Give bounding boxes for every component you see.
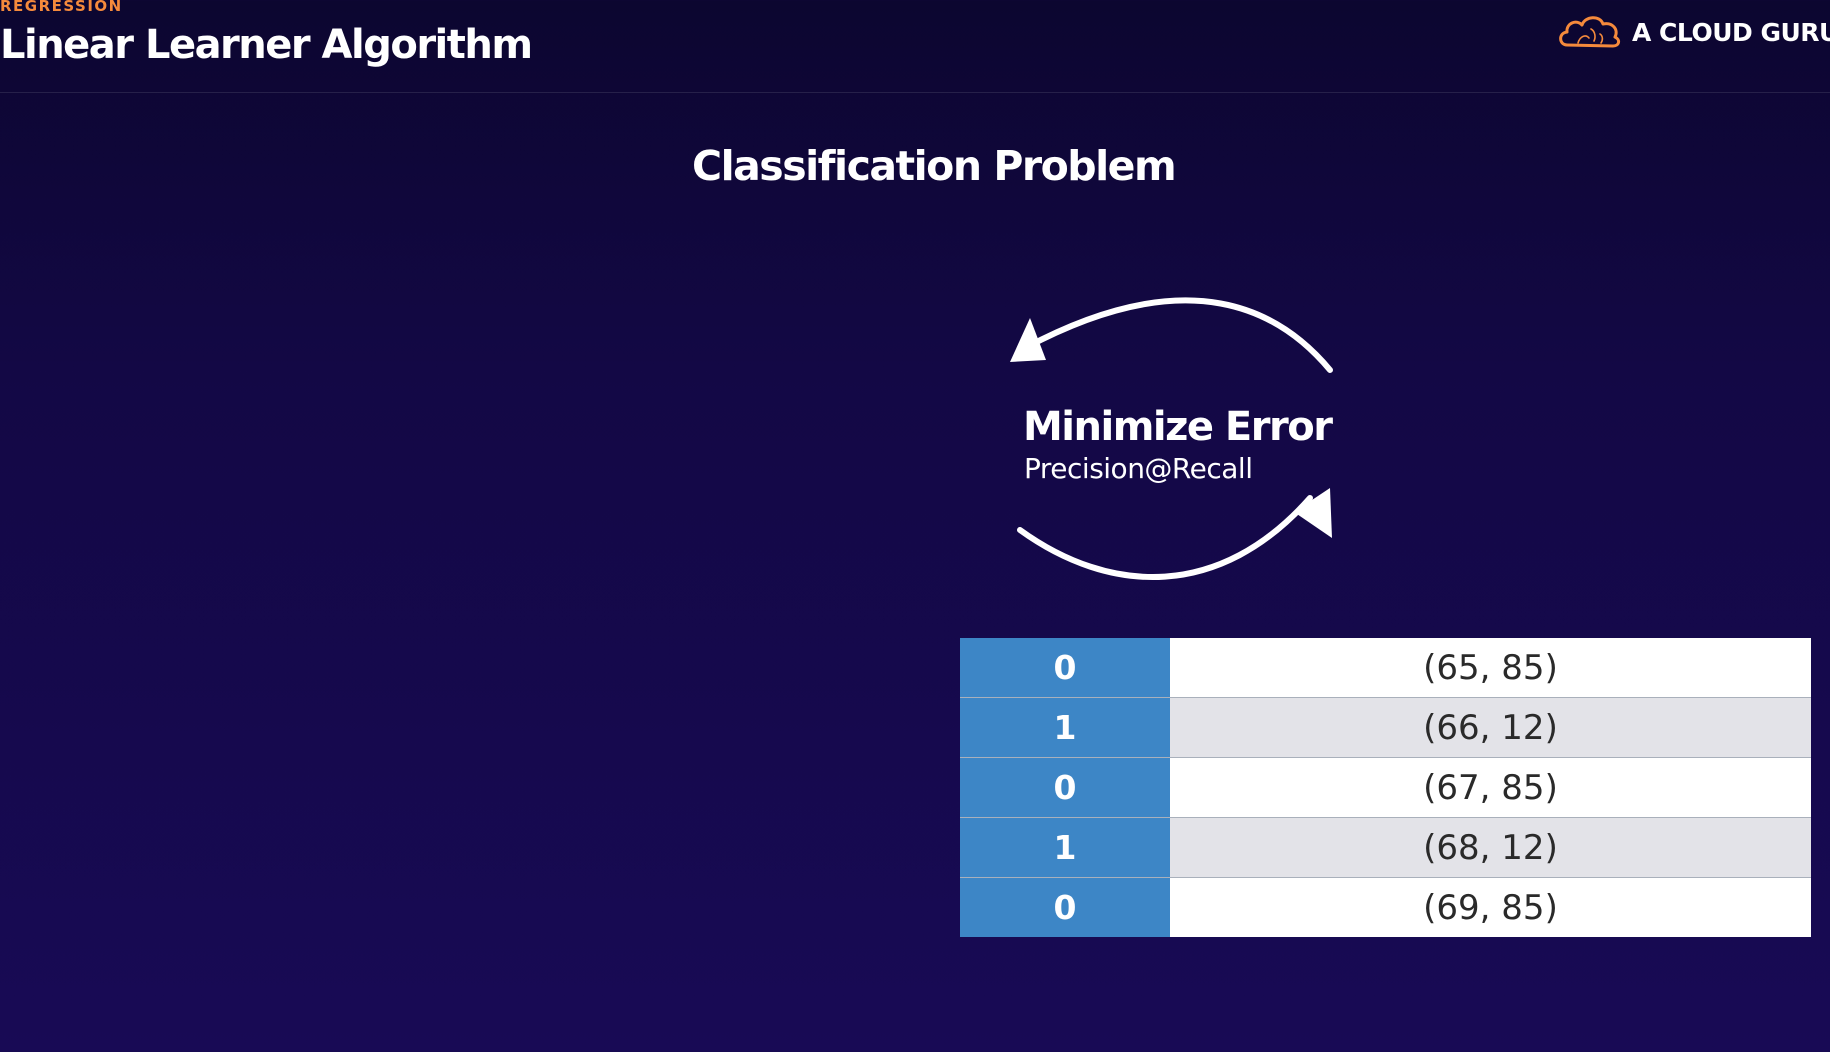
value-cell: (66, 12) [1170, 697, 1811, 758]
label-cell: 1 [960, 817, 1170, 878]
page-title: Linear Learner Algorithm [0, 22, 533, 68]
value-cell: (67, 85) [1170, 757, 1811, 818]
cycle-heading: Minimize Error [1023, 404, 1333, 450]
section-eyebrow: REGRESSION [0, 0, 123, 15]
label-cell: 0 [960, 638, 1170, 698]
table-row: 1 (66, 12) [960, 697, 1811, 758]
label-cell: 0 [960, 877, 1170, 937]
slide-header: REGRESSION Linear Learner Algorithm A CL… [0, 0, 1830, 93]
value-cell: (65, 85) [1170, 638, 1811, 698]
value-cell: (68, 12) [1170, 817, 1811, 878]
value-cell: (69, 85) [1170, 877, 1811, 937]
cycle-metric: Precision@Recall [1024, 452, 1253, 485]
brand-name: A CLOUD GURU [1632, 17, 1830, 47]
data-table: 0 (65, 85) 1 (66, 12) 0 (67, 85) 1 (68, … [960, 638, 1811, 937]
brand-logo: A CLOUD GURU [1558, 10, 1830, 54]
table-row: 0 (69, 85) [960, 877, 1811, 937]
label-cell: 1 [960, 697, 1170, 758]
table-row: 0 (65, 85) [960, 638, 1811, 698]
table-row: 0 (67, 85) [960, 757, 1811, 818]
table-row: 1 (68, 12) [960, 817, 1811, 878]
section-title: Classification Problem [692, 142, 1177, 190]
label-cell: 0 [960, 757, 1170, 818]
cloud-logo-icon [1559, 16, 1621, 48]
